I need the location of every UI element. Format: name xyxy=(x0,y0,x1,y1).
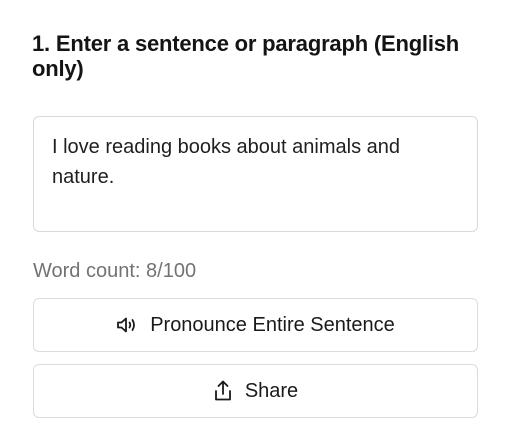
speaker-icon xyxy=(116,316,138,334)
pronounce-button-label: Pronounce Entire Sentence xyxy=(150,313,395,336)
share-button-label: Share xyxy=(244,379,299,402)
share-button[interactable]: Share xyxy=(33,364,478,418)
section-heading: 1. Enter a sentence or paragraph (Englis… xyxy=(32,31,460,81)
sentence-input[interactable]: I love reading books about animals and n… xyxy=(33,116,478,232)
pronounce-button[interactable]: Pronounce Entire Sentence xyxy=(33,298,478,352)
share-icon xyxy=(213,380,233,402)
word-count: Word count: 8/100 xyxy=(33,260,197,282)
